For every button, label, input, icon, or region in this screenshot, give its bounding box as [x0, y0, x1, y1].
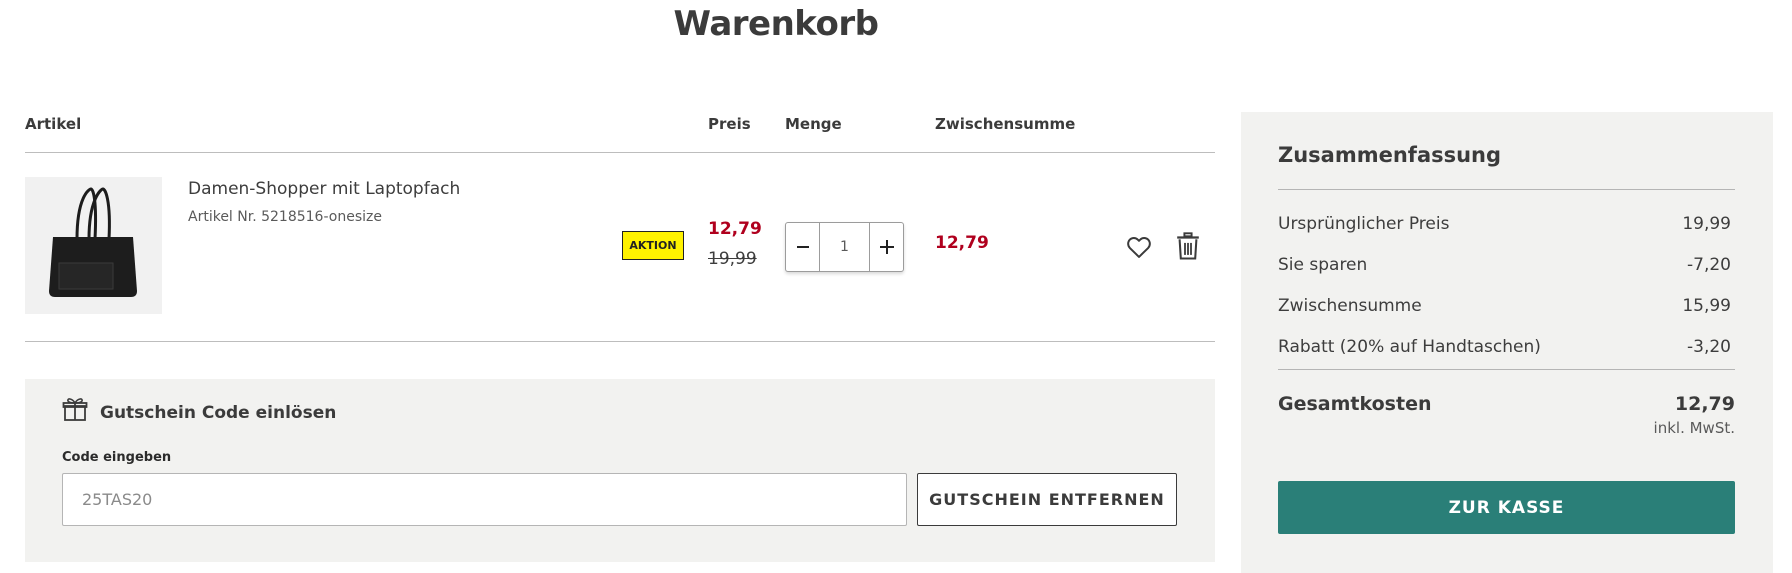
product-image[interactable]: [25, 177, 162, 314]
cart-item-row: Damen-Shopper mit Laptopfach Artikel Nr.…: [25, 153, 1215, 342]
total-value: 12,79: [1674, 393, 1735, 415]
vat-note: inkl. MwSt.: [1653, 419, 1735, 437]
remove-voucher-button[interactable]: GUTSCHEIN ENTFERNEN: [917, 473, 1177, 526]
summary-divider: [1278, 369, 1735, 370]
tote-bag-image: [49, 187, 137, 297]
sale-badge: AKTION: [622, 231, 684, 260]
quantity-stepper: [785, 222, 904, 272]
voucher-title: Gutschein Code einlösen: [100, 403, 337, 423]
column-header-menge: Menge: [785, 115, 842, 133]
product-sku: Artikel Nr. 5218516-onesize: [188, 209, 382, 225]
trash-icon[interactable]: [1176, 232, 1200, 261]
heart-icon[interactable]: [1125, 233, 1153, 261]
price-original: 19,99: [708, 249, 757, 269]
summary-row-value: -3,20: [1687, 337, 1731, 357]
quantity-input[interactable]: [820, 223, 869, 271]
summary-row-label: Sie sparen: [1278, 255, 1368, 275]
item-subtotal: 12,79: [935, 233, 989, 253]
minus-icon: [796, 246, 809, 248]
summary-row-value: 15,99: [1682, 296, 1731, 316]
summary-row-label: Zwischensumme: [1278, 296, 1422, 316]
gift-icon: [62, 398, 88, 421]
quantity-decrease-button[interactable]: [786, 223, 820, 271]
summary-row-value: -7,20: [1687, 255, 1731, 275]
summary-title: Zusammenfassung: [1278, 143, 1502, 167]
order-summary: Zusammenfassung Ursprünglicher Preis 19,…: [1241, 112, 1773, 573]
cart-table-header: Artikel Preis Menge Zwischensumme: [25, 100, 1215, 153]
total-label: Gesamtkosten: [1278, 393, 1432, 415]
voucher-code-input[interactable]: [62, 473, 907, 526]
voucher-panel: Gutschein Code einlösen Code eingeben GU…: [25, 379, 1215, 562]
quantity-increase-button[interactable]: [869, 223, 903, 271]
plus-icon: [879, 240, 894, 254]
cart-table: Artikel Preis Menge Zwischensumme Damen-…: [25, 100, 1215, 342]
summary-row-value: 19,99: [1682, 214, 1731, 234]
summary-divider: [1278, 189, 1735, 190]
column-header-zwischensumme: Zwischensumme: [935, 115, 1076, 133]
column-header-artikel: Artikel: [25, 115, 82, 133]
voucher-code-label: Code eingeben: [62, 450, 172, 465]
price-current: 12,79: [708, 219, 762, 239]
summary-row-label: Rabatt (20% auf Handtaschen): [1278, 337, 1541, 357]
product-name[interactable]: Damen-Shopper mit Laptopfach: [188, 179, 460, 199]
summary-row-label: Ursprünglicher Preis: [1278, 214, 1450, 234]
page-title: Warenkorb: [673, 4, 879, 44]
checkout-button[interactable]: ZUR KASSE: [1278, 481, 1735, 534]
column-header-preis: Preis: [708, 115, 751, 133]
